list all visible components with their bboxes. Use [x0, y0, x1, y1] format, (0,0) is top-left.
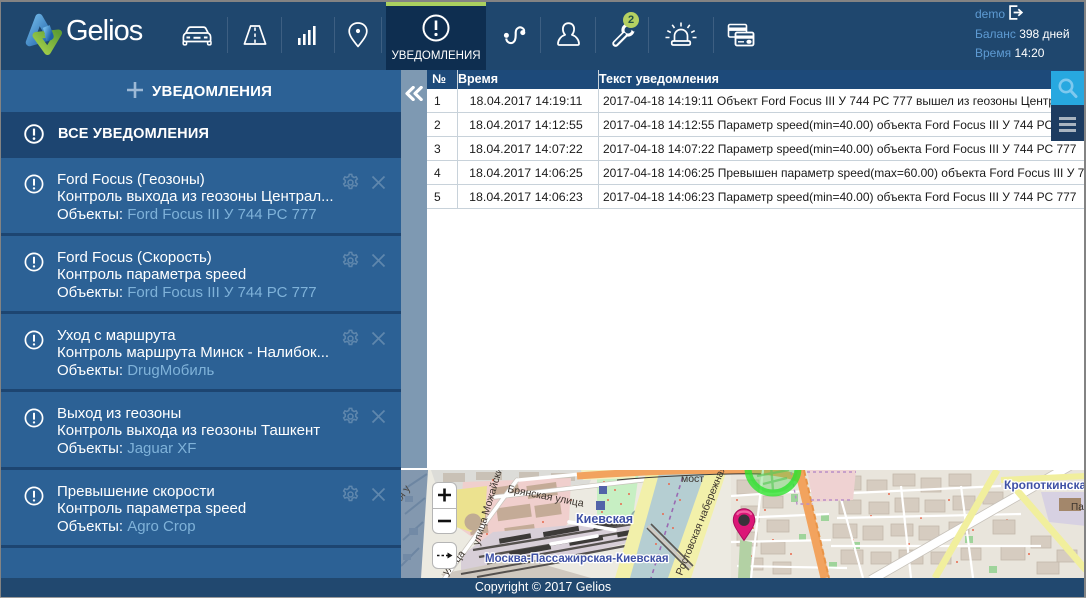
svg-text:Кропоткинская: Кропоткинская — [1004, 478, 1086, 492]
svg-text:Москва-Пассажирская-Киевская: Москва-Пассажирская-Киевская — [485, 553, 669, 565]
svg-text:мост: мост — [681, 473, 704, 485]
svg-text:Па: Па — [1071, 502, 1084, 513]
svg-text:Киевская: Киевская — [576, 512, 633, 526]
